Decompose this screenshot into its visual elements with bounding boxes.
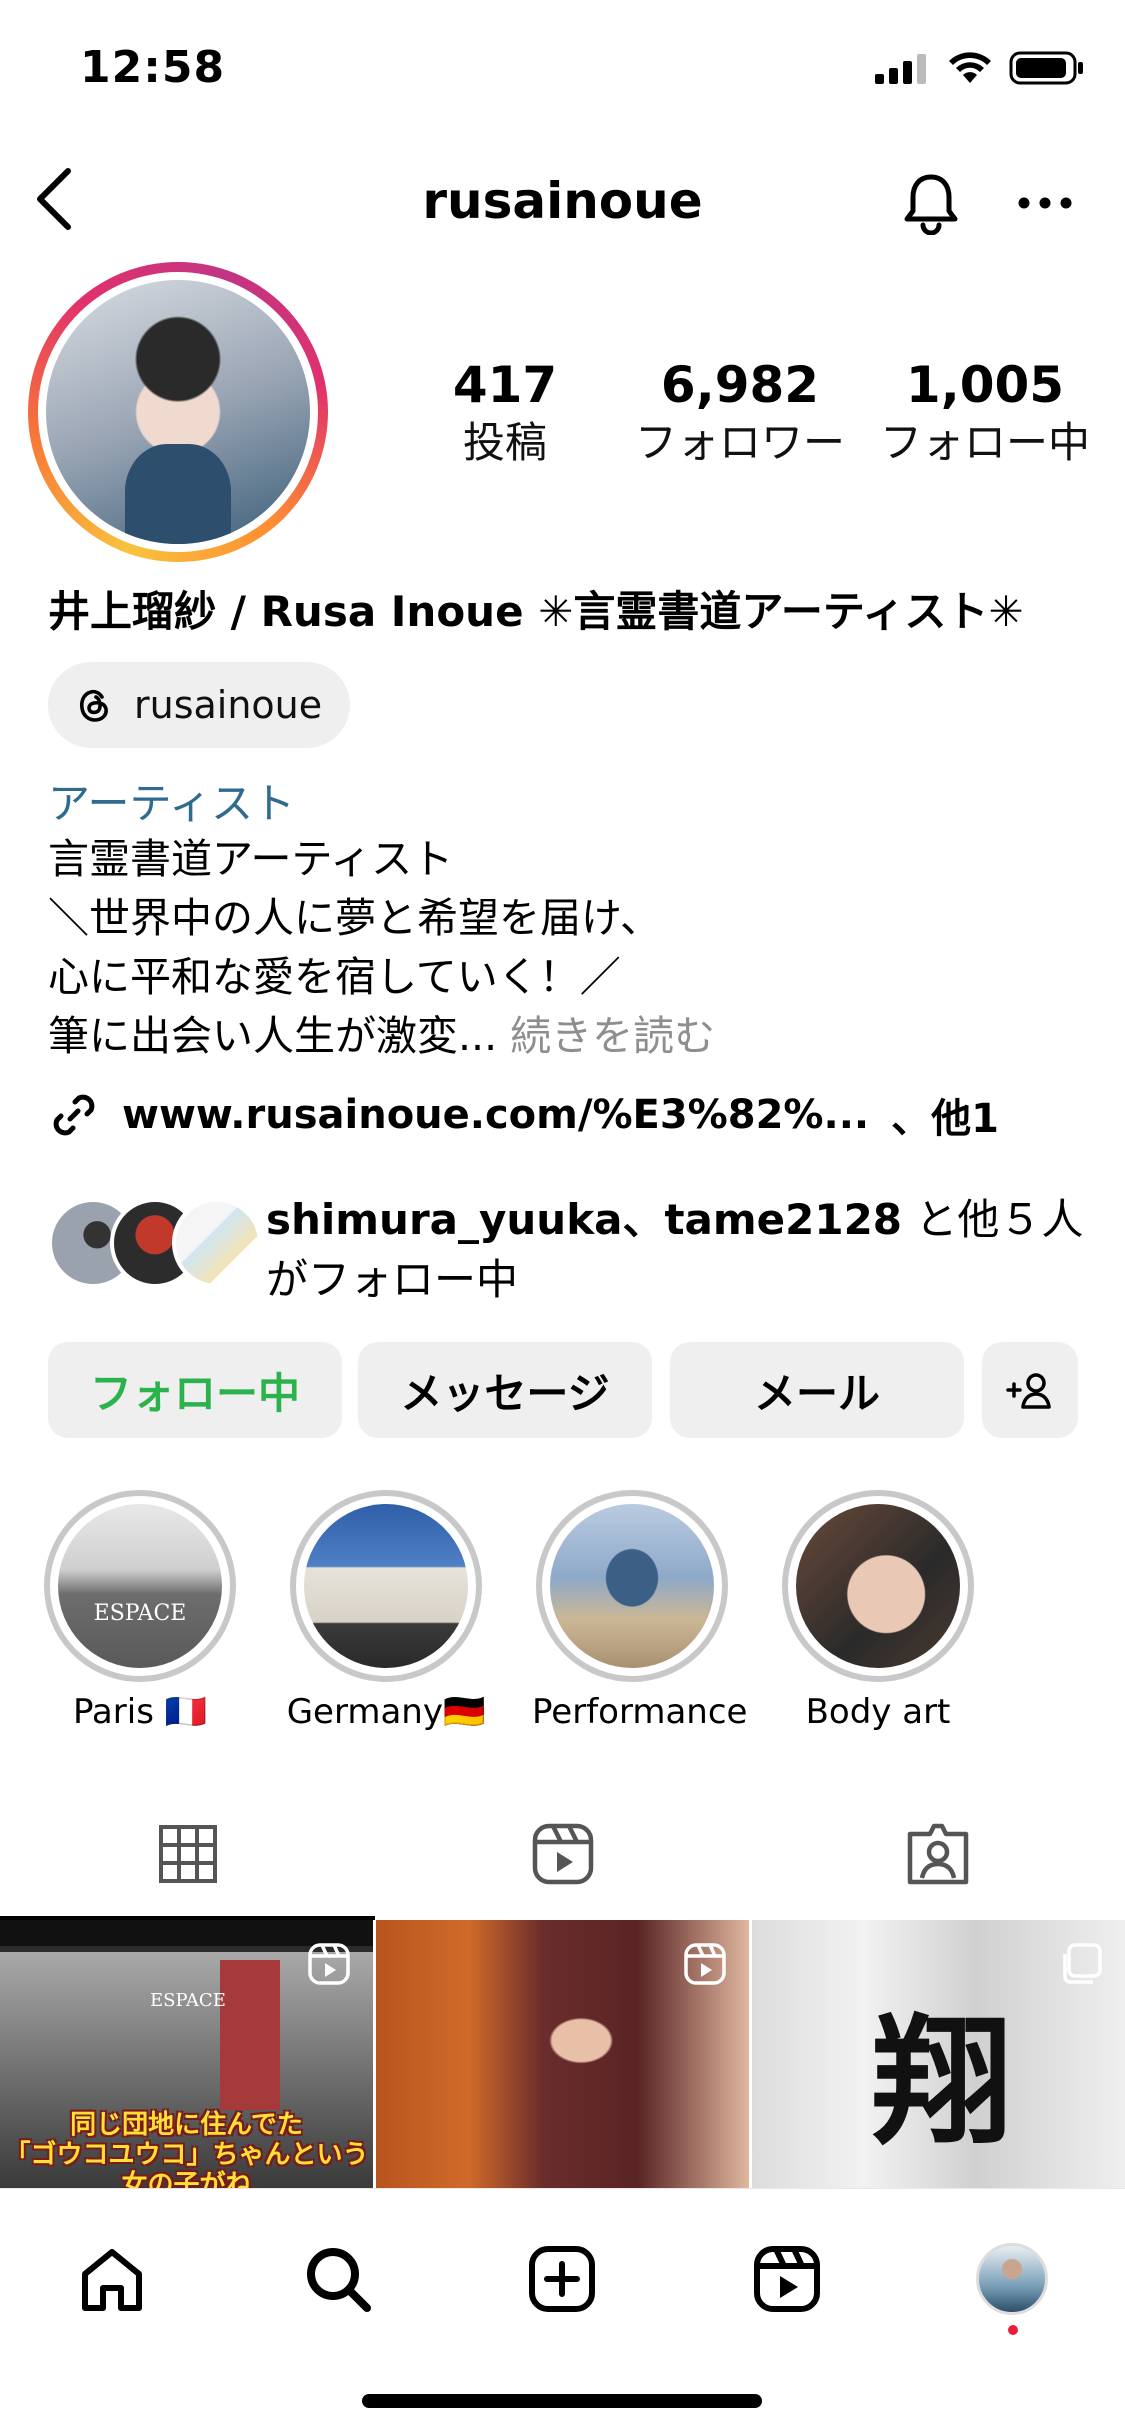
threads-badge[interactable]: rusainoue [48, 662, 351, 748]
followed-by-line2: がフォロー中 [266, 1255, 519, 1304]
reels-icon [532, 1823, 593, 1885]
nav-reels[interactable] [727, 2229, 847, 2329]
reels-icon [754, 2246, 820, 2312]
back-button[interactable] [24, 164, 84, 234]
display-name: 井上瑠紗 / Rusa Inoue ✳言霊書道アーティスト✳ [48, 587, 1024, 636]
more-options-button[interactable] [1010, 168, 1080, 238]
nav-search[interactable] [278, 2229, 398, 2329]
stat-label: フォロワー [634, 418, 845, 467]
stat-followers[interactable]: 6,982 フォロワー [630, 355, 850, 471]
followed-by-names: shimura_yuuka、tame2128 [266, 1195, 903, 1244]
highlight-paris[interactable]: ESPACE Paris 🇫🇷 [40, 1490, 240, 1732]
signal-icon [875, 54, 926, 84]
profile-avatar[interactable] [28, 262, 328, 562]
stat-label: 投稿 [462, 418, 547, 467]
add-person-icon [1006, 1373, 1051, 1409]
highlight-cover [550, 1504, 714, 1668]
profile-bio: 言霊書道アーティスト ＼世界中の人に夢と希望を届け、 心に平和な愛を宿していく！… [48, 830, 715, 1066]
stat-value: 417 [452, 356, 558, 414]
notification-dot [1008, 2325, 1018, 2335]
highlight-label: Germany🇩🇪 [286, 1692, 486, 1732]
tab-tagged[interactable] [750, 1790, 1125, 1918]
profile-link[interactable]: www.rusainoue.com/%E3%82%... 、他1 [48, 1086, 999, 1144]
plus-square-icon [529, 2246, 595, 2312]
home-indicator [362, 2394, 762, 2408]
bio-line: 心に平和な愛を宿していく！／ [48, 953, 621, 1001]
profile-category: アーティスト [48, 779, 295, 828]
link-url: www.rusainoue.com/%E3%82%... [122, 1092, 870, 1138]
highlight-performance[interactable]: Performance [532, 1490, 748, 1732]
followed-by-suffix: と他５人 [915, 1195, 1084, 1244]
nav-home[interactable] [52, 2229, 172, 2329]
follower-avatar [172, 1198, 262, 1288]
post-thumbnail[interactable]: ESPACE 同じ団地に住んでた 「ゴウコユウコ」ちゃんという 女の子がね [0, 1920, 373, 2188]
highlight-label: Paris 🇫🇷 [72, 1692, 208, 1732]
more-horizontal-icon [1018, 197, 1072, 209]
post-thumbnail[interactable]: 翔 [752, 1920, 1125, 2188]
stat-label: フォロー中 [879, 418, 1090, 467]
post-caption-line: 「ゴウコユウコ」ちゃんという [4, 2140, 369, 2170]
highlight-label: Body art [805, 1692, 951, 1732]
follower-avatars [48, 1198, 262, 1288]
search-icon [307, 2248, 371, 2312]
bio-line: 言霊書道アーティスト [48, 835, 454, 883]
reel-badge-icon [308, 1943, 350, 1985]
highlight-cover: ESPACE [58, 1504, 222, 1668]
battery-icon [1009, 51, 1083, 85]
bio-line-last: 筆に出会い人生が激変... 続きを読む [48, 1012, 716, 1060]
status-bar: 12:58 [0, 0, 1125, 140]
carousel-badge-icon [1063, 1943, 1102, 1984]
highlight-label: Performance [532, 1692, 748, 1732]
chevron-left-icon [37, 168, 71, 230]
stat-posts[interactable]: 417 投稿 [420, 355, 590, 471]
threads-handle: rusainoue [134, 683, 323, 727]
profile-stats: 417 投稿 6,982 フォロワー 1,005 フォロー中 [420, 355, 1100, 485]
bio-line: ＼世界中の人に夢と希望を届け、 [48, 894, 661, 942]
tab-posts-grid[interactable] [0, 1790, 375, 1918]
profile-tabs [0, 1790, 1125, 1920]
posts-grid: ESPACE 同じ団地に住んでた 「ゴウコユウコ」ちゃんという 女の子がね 翔 [0, 1920, 1125, 2188]
highlight-body-art[interactable]: Body art [778, 1490, 978, 1732]
tagged-icon [907, 1823, 968, 1885]
notifications-button[interactable] [896, 168, 966, 238]
link-extra: 、他1 [891, 1096, 999, 1142]
tab-reels[interactable] [375, 1790, 750, 1918]
stat-value: 1,005 [905, 356, 1065, 414]
stat-following[interactable]: 1,005 フォロー中 [875, 355, 1095, 471]
grid-icon [158, 1825, 217, 1883]
profile-header: rusainoue [0, 150, 1125, 250]
suggest-people-button[interactable] [982, 1342, 1078, 1438]
nav-create[interactable] [502, 2229, 622, 2329]
post-thumbnail[interactable] [376, 1920, 749, 2188]
threads-icon [79, 689, 108, 722]
bell-icon [904, 174, 958, 235]
wifi-icon [949, 52, 991, 83]
avatar-image [46, 280, 310, 544]
story-highlights: ESPACE Paris 🇫🇷 Germany🇩🇪 Performance Bo… [40, 1490, 1120, 1740]
reel-badge-icon [684, 1943, 726, 1985]
followed-by-text: shimura_yuuka、tame2128 と他５人 がフォロー中 [266, 1190, 1083, 1310]
highlight-cover [796, 1504, 960, 1668]
email-button[interactable]: メール [670, 1342, 964, 1438]
post-sign-text: ESPACE [150, 1990, 226, 2011]
stat-value: 6,982 [660, 356, 820, 414]
highlight-germany[interactable]: Germany🇩🇪 [286, 1490, 486, 1732]
profile-avatar-small [976, 2243, 1048, 2315]
bio-more-link[interactable]: 続きを読む [497, 1012, 715, 1060]
highlight-cover [304, 1504, 468, 1668]
status-time: 12:58 [80, 42, 226, 93]
nav-profile[interactable] [952, 2229, 1072, 2335]
following-button[interactable]: フォロー中 [48, 1342, 342, 1438]
followed-by[interactable]: shimura_yuuka、tame2128 と他５人 がフォロー中 [48, 1190, 1088, 1310]
post-calligraphy-text: 翔 [872, 2001, 1013, 2165]
link-icon [53, 1094, 95, 1136]
profile-actions: フォロー中 メッセージ メール [48, 1342, 1078, 1438]
post-caption-line: 同じ団地に住んでた [70, 2110, 303, 2140]
home-icon [82, 2249, 142, 2311]
message-button[interactable]: メッセージ [358, 1342, 652, 1438]
status-icons [875, 50, 1085, 86]
post-caption-line: 女の子がね [121, 2170, 252, 2188]
